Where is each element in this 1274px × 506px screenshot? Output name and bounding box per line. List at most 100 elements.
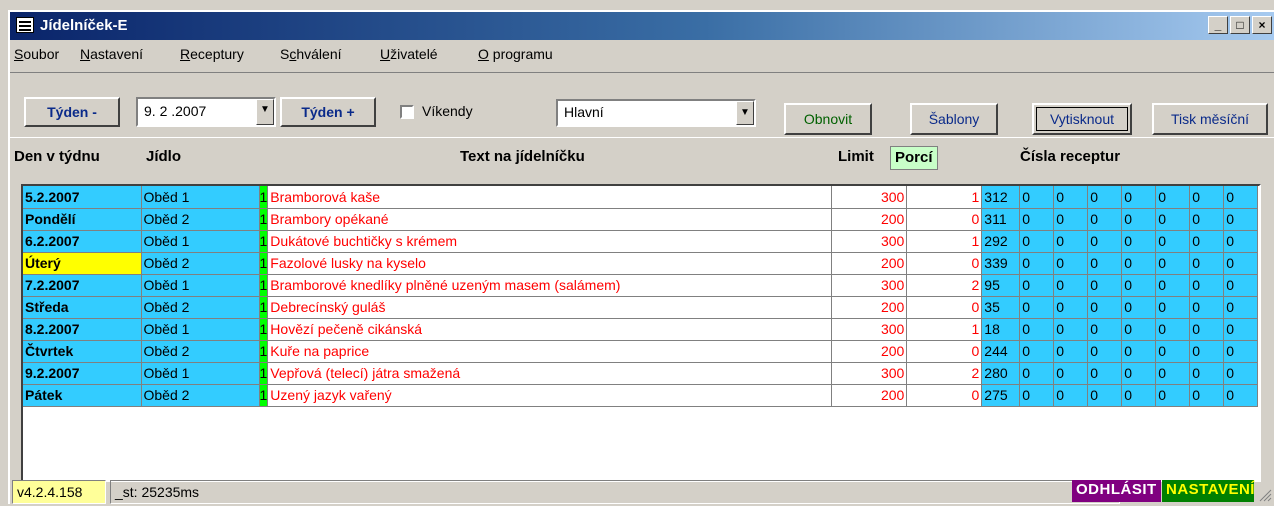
recipe-number-cell[interactable]: 0 — [1087, 230, 1123, 253]
menu-uzivatele[interactable]: Uživatelé — [380, 46, 438, 62]
refresh-button[interactable]: Obnovit — [784, 103, 872, 135]
recipe-number-cell[interactable]: 0 — [1019, 340, 1055, 363]
recipe-number-cell[interactable]: 0 — [1155, 296, 1191, 319]
recipe-number-cell[interactable]: 0 — [1189, 208, 1225, 231]
day-cell[interactable]: Pátek — [23, 384, 142, 407]
recipe-number-cell[interactable]: 0 — [1155, 186, 1191, 209]
recipe-number-cell[interactable]: 0 — [1189, 340, 1225, 363]
recipe-number-cell[interactable]: 0 — [1053, 186, 1089, 209]
title-bar[interactable]: Jídelníček-E _ □ × — [10, 12, 1274, 40]
recipe-number-cell[interactable]: 0 — [1223, 362, 1259, 385]
meal-cell[interactable]: Oběd 1 — [141, 274, 260, 297]
recipe-number-cell[interactable]: 0 — [1087, 274, 1123, 297]
limit-cell[interactable]: 300 — [831, 186, 908, 209]
recipe-number-cell[interactable]: 0 — [1019, 230, 1055, 253]
meal-cell[interactable]: Oběd 1 — [141, 318, 260, 341]
maximize-button[interactable]: □ — [1230, 16, 1250, 34]
menu-type-combo[interactable]: Hlavní ▼ — [556, 99, 756, 127]
print-button[interactable]: Vytisknout — [1032, 103, 1132, 135]
table-row[interactable]: 9.2.2007 Oběd 1 1 Vepřová (telecí) játra sm… — [23, 362, 1259, 385]
recipe-number-cell[interactable]: 0 — [1121, 340, 1157, 363]
recipe-number-cell[interactable]: 0 — [1223, 274, 1259, 297]
menu-text-cell[interactable]: Bramborové knedlíky plněné uzeným masem … — [267, 274, 833, 297]
meal-cell[interactable]: Oběd 2 — [141, 252, 260, 275]
recipe-number-cell[interactable]: 0 — [1121, 230, 1157, 253]
recipe-number-cell[interactable]: 244 — [981, 340, 1021, 363]
recipe-number-cell[interactable]: 0 — [1121, 274, 1157, 297]
minimize-button[interactable]: _ — [1208, 16, 1228, 34]
recipe-number-cell[interactable]: 18 — [981, 318, 1021, 341]
flag-cell[interactable]: 1 — [259, 208, 269, 231]
table-row[interactable]: Úterý Oběd 2 1 Fazolové lusky na kyselo 200 0… — [23, 252, 1259, 275]
recipe-number-cell[interactable]: 0 — [1155, 362, 1191, 385]
recipe-number-cell[interactable]: 0 — [1019, 318, 1055, 341]
header-portions[interactable]: Porcí — [890, 146, 938, 170]
recipe-number-cell[interactable]: 0 — [1087, 252, 1123, 275]
recipe-number-cell[interactable]: 0 — [1189, 252, 1225, 275]
table-row[interactable]: Pondělí Oběd 2 1 Brambory opékané 200 0 311 0 0 0… — [23, 208, 1259, 231]
day-cell[interactable]: 9.2.2007 — [23, 362, 142, 385]
flag-cell[interactable]: 1 — [259, 340, 269, 363]
portions-cell[interactable]: 0 — [906, 296, 983, 319]
resize-grip-icon[interactable] — [1258, 484, 1272, 502]
portions-cell[interactable]: 0 — [906, 340, 983, 363]
limit-cell[interactable]: 300 — [831, 230, 908, 253]
day-cell[interactable]: 5.2.2007 — [23, 186, 142, 209]
portions-cell[interactable]: 0 — [906, 252, 983, 275]
recipe-number-cell[interactable]: 0 — [1053, 384, 1089, 407]
recipe-number-cell[interactable]: 0 — [1121, 362, 1157, 385]
table-row[interactable]: 8.2.2007 Oběd 1 1 Hovězí pečeně cikánská 300… — [23, 318, 1259, 341]
portions-cell[interactable]: 2 — [906, 362, 983, 385]
recipe-number-cell[interactable]: 0 — [1155, 384, 1191, 407]
recipe-number-cell[interactable]: 0 — [1189, 318, 1225, 341]
day-cell[interactable]: 8.2.2007 — [23, 318, 142, 341]
meal-cell[interactable]: Oběd 2 — [141, 340, 260, 363]
menu-text-cell[interactable]: Hovězí pečeně cikánská — [267, 318, 833, 341]
menu-receptury[interactable]: Receptury — [180, 46, 244, 62]
menu-text-cell[interactable]: Brambory opékané — [267, 208, 833, 231]
day-cell[interactable]: Pondělí — [23, 208, 142, 231]
recipe-number-cell[interactable]: 95 — [981, 274, 1021, 297]
recipe-number-cell[interactable]: 0 — [1087, 186, 1123, 209]
limit-cell[interactable]: 300 — [831, 274, 908, 297]
portions-cell[interactable]: 2 — [906, 274, 983, 297]
recipe-number-cell[interactable]: 0 — [1087, 208, 1123, 231]
recipe-number-cell[interactable]: 0 — [1121, 186, 1157, 209]
recipe-number-cell[interactable]: 0 — [1053, 318, 1089, 341]
menu-text-cell[interactable]: Fazolové lusky na kyselo — [267, 252, 833, 275]
recipe-number-cell[interactable]: 0 — [1019, 384, 1055, 407]
recipe-number-cell[interactable]: 0 — [1121, 208, 1157, 231]
recipe-number-cell[interactable]: 312 — [981, 186, 1021, 209]
recipe-number-cell[interactable]: 292 — [981, 230, 1021, 253]
flag-cell[interactable]: 1 — [259, 362, 269, 385]
recipe-number-cell[interactable]: 0 — [1087, 362, 1123, 385]
recipe-number-cell[interactable]: 0 — [1053, 296, 1089, 319]
recipe-number-cell[interactable]: 0 — [1087, 384, 1123, 407]
flag-cell[interactable]: 1 — [259, 230, 269, 253]
recipe-number-cell[interactable]: 0 — [1053, 230, 1089, 253]
meal-cell[interactable]: Oběd 2 — [141, 208, 260, 231]
recipe-number-cell[interactable]: 0 — [1121, 296, 1157, 319]
meal-cell[interactable]: Oběd 1 — [141, 362, 260, 385]
triangle-down-icon[interactable]: ▼ — [736, 101, 754, 125]
recipe-number-cell[interactable]: 0 — [1189, 230, 1225, 253]
flag-cell[interactable]: 1 — [259, 384, 269, 407]
week-next-button[interactable]: Týden + — [280, 97, 376, 127]
meal-cell[interactable]: Oběd 2 — [141, 296, 260, 319]
recipe-number-cell[interactable]: 0 — [1189, 296, 1225, 319]
day-cell[interactable]: 7.2.2007 — [23, 274, 142, 297]
limit-cell[interactable]: 200 — [831, 384, 908, 407]
recipe-number-cell[interactable]: 35 — [981, 296, 1021, 319]
recipe-number-cell[interactable]: 0 — [1223, 186, 1259, 209]
recipe-number-cell[interactable]: 0 — [1019, 296, 1055, 319]
portions-cell[interactable]: 1 — [906, 318, 983, 341]
menu-o-programu[interactable]: O programu — [478, 46, 553, 62]
flag-cell[interactable]: 1 — [259, 296, 269, 319]
flag-cell[interactable]: 1 — [259, 186, 269, 209]
recipe-number-cell[interactable]: 0 — [1155, 274, 1191, 297]
menu-text-cell[interactable]: Dukátové buchtičky s krémem — [267, 230, 833, 253]
limit-cell[interactable]: 300 — [831, 362, 908, 385]
settings-button[interactable]: NASTAVENÍ — [1162, 480, 1254, 502]
recipe-number-cell[interactable]: 0 — [1019, 252, 1055, 275]
table-row[interactable]: Středa Oběd 2 1 Debrecínský guláš 200 0 35 0 0 0 0… — [23, 296, 1259, 319]
